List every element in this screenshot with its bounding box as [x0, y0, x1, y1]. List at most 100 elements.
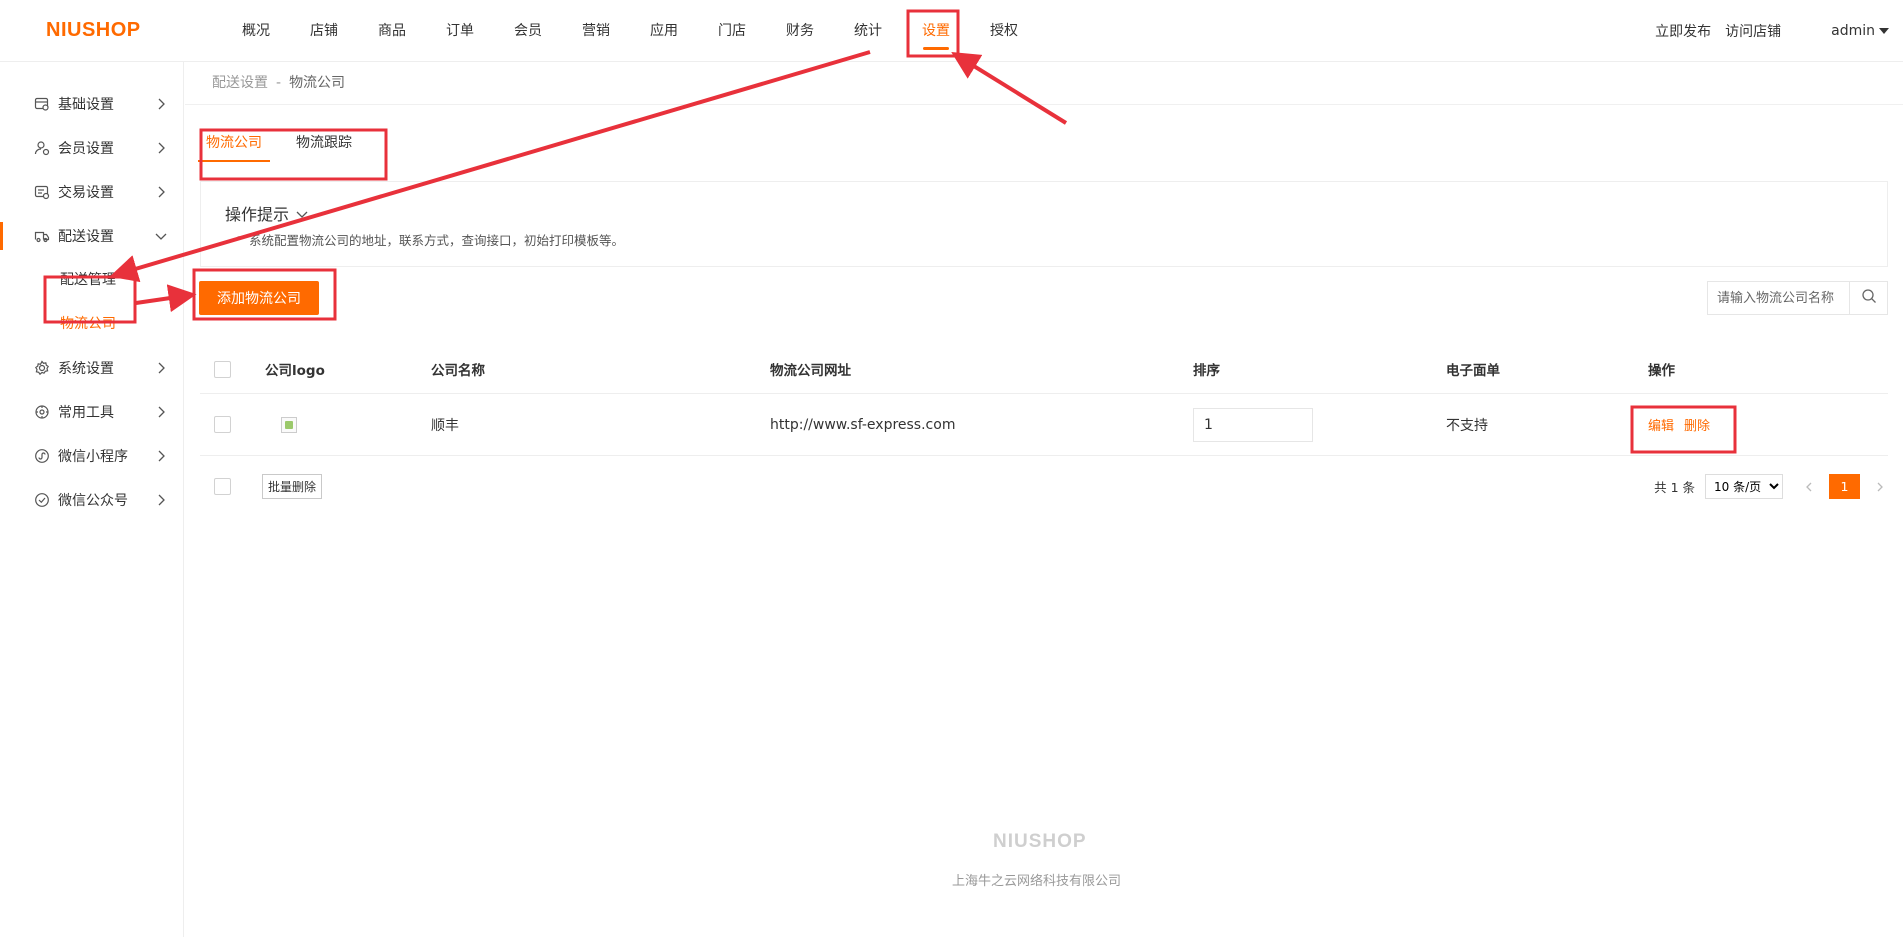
sidebar-item-official-account[interactable]: 微信公众号 [0, 478, 183, 522]
footer-logo: NIUSHOP [993, 831, 1087, 852]
add-logistics-company-button[interactable]: 添加物流公司 [199, 281, 319, 315]
chevron-left-icon[interactable] [1801, 479, 1817, 495]
nav-settings[interactable]: 设置 [902, 0, 970, 62]
row-select-cell [214, 394, 231, 455]
company-name: 顺丰 [431, 417, 459, 434]
page-size-select[interactable]: 10 条/页 [1705, 474, 1783, 499]
edit-link[interactable]: 编辑 [1648, 415, 1674, 434]
sidebar-sub-delivery-manage[interactable]: 配送管理 [0, 258, 183, 302]
search-input[interactable] [1708, 282, 1849, 314]
nav-authorize[interactable]: 授权 [970, 0, 1038, 62]
sidebar-item-system[interactable]: 系统设置 [0, 346, 183, 390]
sidebar-item-tools[interactable]: 常用工具 [0, 390, 183, 434]
nav-overview[interactable]: 概况 [222, 0, 290, 62]
broken-image-icon [281, 416, 297, 433]
sidebar-sub-logistics-company[interactable]: 物流公司 [0, 302, 183, 346]
wechat-official-icon [34, 492, 50, 508]
breadcrumb-separator: - [276, 75, 282, 91]
visit-store-link[interactable]: 访问店铺 [1725, 21, 1781, 41]
col-actions: 操作 [1648, 363, 1675, 379]
member-icon [34, 140, 50, 156]
sidebar: 基础设置 会员设置 交易设置 配送设置 配送管理 物流公司 系统设置 常用工具 … [0, 62, 184, 937]
user-menu[interactable]: admin [1831, 23, 1889, 39]
miniprogram-icon [34, 448, 50, 464]
sidebar-item-label: 配送设置 [58, 229, 114, 245]
sidebar-item-label: 会员设置 [58, 141, 114, 157]
page-number[interactable]: 1 [1829, 474, 1860, 499]
col-url: 物流公司网址 [770, 363, 851, 379]
nav-orders[interactable]: 订单 [426, 0, 494, 62]
col-logo: 公司logo [265, 363, 325, 379]
chevron-down-icon [295, 206, 309, 220]
sidebar-item-trade[interactable]: 交易设置 [0, 170, 183, 214]
pagination: 共 1 条 10 条/页 1 [1654, 474, 1888, 499]
header-actions: 立即发布 访问店铺 admin [1641, 0, 1903, 62]
tools-icon [34, 404, 50, 420]
niushop-logo[interactable]: NIUSHOP [46, 19, 141, 42]
sidebar-item-basic[interactable]: 基础设置 [0, 82, 183, 126]
batch-select-checkbox[interactable] [214, 478, 231, 495]
col-eorder: 电子面单 [1446, 363, 1500, 379]
logo-cell [281, 394, 297, 455]
table-footer: 批量删除 共 1 条 10 条/页 1 [200, 472, 1888, 502]
gear-icon [34, 360, 50, 376]
nav-shop[interactable]: 店铺 [290, 0, 358, 62]
sidebar-item-miniprogram[interactable]: 微信小程序 [0, 434, 183, 478]
nav-goods[interactable]: 商品 [358, 0, 426, 62]
tips-toggle[interactable]: 操作提示 [225, 201, 309, 225]
sort-input[interactable] [1193, 407, 1313, 442]
tab-logistics-tracking[interactable]: 物流跟踪 [296, 132, 352, 162]
table-header: 公司logo 公司名称 物流公司网址 排序 电子面单 操作 [200, 345, 1888, 394]
select-all-checkbox[interactable] [214, 360, 231, 378]
search-button[interactable] [1849, 282, 1887, 314]
eorder-status: 不支持 [1446, 417, 1488, 434]
total-count: 共 1 条 [1654, 480, 1695, 495]
company-url: http://www.sf-express.com [770, 416, 956, 433]
search-icon [1861, 288, 1877, 308]
publish-link[interactable]: 立即发布 [1655, 21, 1711, 41]
sidebar-item-label: 微信小程序 [58, 449, 128, 465]
sidebar-item-delivery[interactable]: 配送设置 [0, 214, 183, 258]
breadcrumb: 配送设置 - 物流公司 [212, 72, 345, 92]
select-all-cell [214, 345, 231, 393]
nav-statistics[interactable]: 统计 [834, 0, 902, 62]
top-header: NIUSHOP 概况 店铺 商品 订单 会员 营销 应用 门店 财务 统计 设置… [0, 0, 1903, 62]
sort-cell [1193, 394, 1313, 455]
sidebar-item-label: 交易设置 [58, 185, 114, 201]
username: admin [1831, 23, 1875, 39]
nav-marketing[interactable]: 营销 [562, 0, 630, 62]
sidebar-item-member[interactable]: 会员设置 [0, 126, 183, 170]
caret-down-icon [1879, 28, 1889, 34]
actions-cell: 编辑 删除 [1648, 394, 1720, 455]
batch-delete-button[interactable]: 批量删除 [262, 474, 323, 499]
breadcrumb-current: 物流公司 [289, 75, 346, 91]
tab-logistics-company[interactable]: 物流公司 [198, 132, 270, 162]
tab-bar: 物流公司 物流跟踪 [198, 132, 386, 162]
sidebar-item-label: 微信公众号 [58, 493, 128, 509]
chevron-down-icon [153, 228, 169, 244]
nav-finance[interactable]: 财务 [766, 0, 834, 62]
main-nav: 概况 店铺 商品 订单 会员 营销 应用 门店 财务 统计 设置 授权 [222, 0, 1038, 62]
chevron-right-icon [153, 140, 169, 156]
breadcrumb-parent[interactable]: 配送设置 [212, 75, 268, 91]
trade-icon [34, 184, 50, 200]
col-sort: 排序 [1193, 363, 1220, 379]
tips-text: 系统配置物流公司的地址，联系方式，查询接口，初始打印模板等。 [236, 230, 624, 249]
chevron-right-icon[interactable] [1872, 479, 1888, 495]
row-checkbox[interactable] [214, 416, 231, 433]
nav-stores[interactable]: 门店 [698, 0, 766, 62]
search-box [1707, 281, 1888, 315]
sidebar-item-label: 系统设置 [58, 361, 114, 377]
truck-icon [34, 228, 50, 244]
sidebar-item-label: 常用工具 [58, 405, 114, 421]
chevron-right-icon [153, 448, 169, 464]
store-settings-icon [34, 96, 50, 112]
delete-link[interactable]: 删除 [1684, 415, 1710, 434]
table-row: 顺丰 http://www.sf-express.com 不支持 编辑 删除 [200, 394, 1888, 456]
footer-company: 上海牛之云网络科技有限公司 [952, 874, 1122, 889]
nav-members[interactable]: 会员 [494, 0, 562, 62]
arrow-to-settings [951, 52, 1068, 125]
chevron-right-icon [153, 492, 169, 508]
divider [185, 104, 1903, 105]
nav-apps[interactable]: 应用 [630, 0, 698, 62]
